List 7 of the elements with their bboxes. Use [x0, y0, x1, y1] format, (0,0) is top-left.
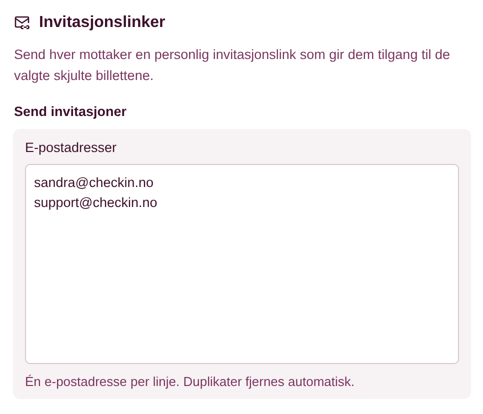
email-textarea[interactable]: sandra@checkin.no support@checkin.no — [25, 164, 459, 364]
envelope-icon — [14, 15, 31, 31]
section-description: Send hver mottaker en personlig invitasjonslink som gir dem tilgang til de valgte skjulte billettene. — [14, 46, 451, 85]
helper-text: Én e-postadresse per linje. Duplikater fjernes automatisk. — [25, 374, 356, 389]
field-label: E-postadresser — [25, 140, 118, 155]
subheading: Send invitasjoner — [14, 104, 128, 119]
section-title: Invitasjonslinker — [39, 14, 166, 32]
